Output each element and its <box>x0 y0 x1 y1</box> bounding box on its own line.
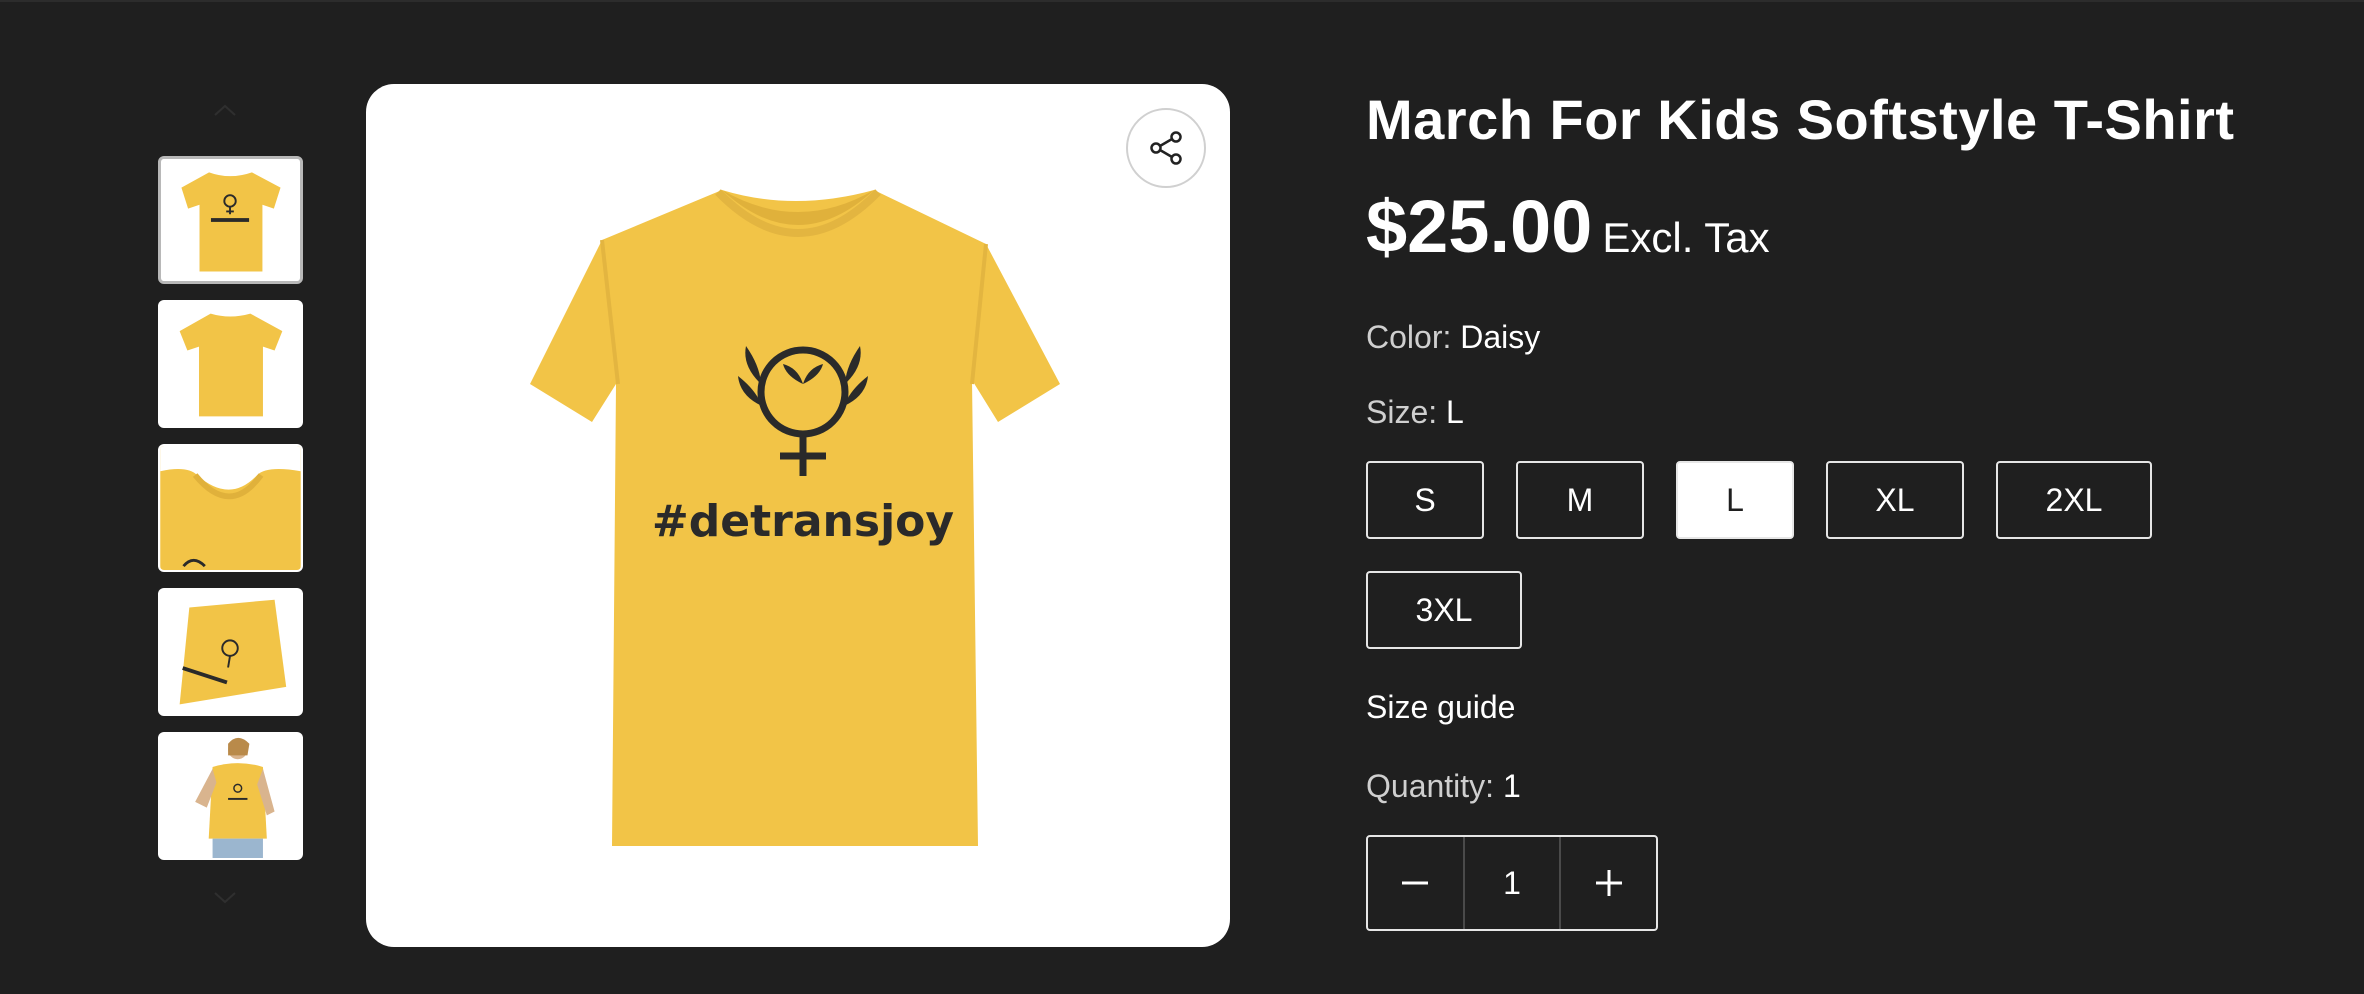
decrease-quantity-button[interactable] <box>1368 837 1463 929</box>
product-title: March For Kids Softstyle T-Shirt <box>1366 88 2235 151</box>
share-button[interactable] <box>1126 108 1206 188</box>
quantity-label-row: Quantity: 1 <box>1366 768 2326 805</box>
product-price: $25.00 <box>1366 185 1593 268</box>
size-value: L <box>1446 394 1464 430</box>
tshirt-image: #detransjoy <box>530 189 1060 846</box>
thumbnail-collar[interactable] <box>158 444 303 572</box>
plus-icon <box>1595 870 1622 896</box>
size-button-s[interactable]: S <box>1366 461 1484 539</box>
price-row: $25.00 Excl. Tax <box>1366 184 2326 269</box>
color-label: Color: <box>1366 319 1452 355</box>
size-button-l[interactable]: L <box>1676 461 1794 539</box>
tax-note: Excl. Tax <box>1602 214 1770 261</box>
chevron-down-icon <box>214 892 236 904</box>
size-button-xl[interactable]: XL <box>1826 461 1964 539</box>
size-button-3xl[interactable]: 3XL <box>1366 571 1522 649</box>
size-guide-link[interactable]: Size guide <box>1366 689 2326 726</box>
product-details: March For Kids Softstyle T-Shirt $25.00 … <box>1366 84 2326 931</box>
quantity-stepper: 1 <box>1366 835 1658 931</box>
thumbnail-prev-button[interactable] <box>212 102 238 118</box>
size-option: Size: L <box>1366 394 2326 431</box>
quantity-label: Quantity: <box>1366 768 1495 804</box>
thumbnail-next-button[interactable] <box>212 890 238 906</box>
main-product-image[interactable]: #detransjoy <box>366 84 1230 947</box>
product-page: #detransjoy March For Kids Softstyle T-S… <box>0 0 2364 994</box>
thumbnail-back[interactable] <box>158 300 303 428</box>
quantity-input[interactable]: 1 <box>1462 837 1560 929</box>
quantity-label-value: 1 <box>1502 768 1521 804</box>
size-button-2xl[interactable]: 2XL <box>1996 461 2152 539</box>
thumbnail-model[interactable] <box>158 732 303 860</box>
share-icon <box>1150 131 1182 165</box>
increase-quantity-button[interactable] <box>1559 837 1656 929</box>
color-value: Daisy <box>1460 319 1541 355</box>
size-button-m[interactable]: M <box>1516 461 1644 539</box>
chevron-up-icon <box>214 104 236 116</box>
thumbnail-front-print[interactable] <box>158 156 303 284</box>
thumbnail-folded[interactable] <box>158 588 303 716</box>
size-selector: S M L XL 2XL 3XL <box>1366 461 2266 681</box>
color-option: Color: Daisy <box>1366 319 2326 356</box>
minus-icon <box>1402 881 1429 885</box>
thumbnail-list <box>158 156 303 876</box>
size-label: Size: <box>1366 394 1438 430</box>
shirt-print-text: #detransjoy <box>652 496 954 547</box>
